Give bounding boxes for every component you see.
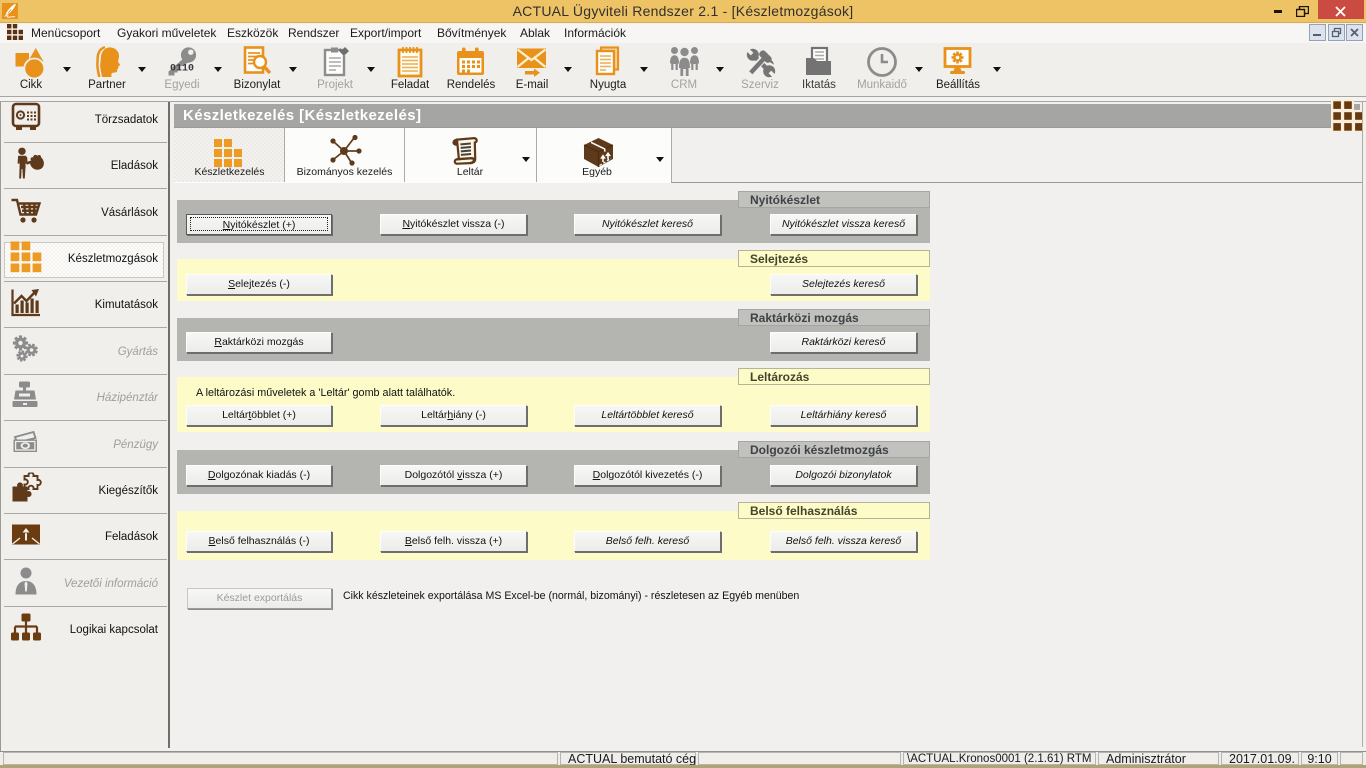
svg-text:0110: 0110 — [170, 64, 194, 75]
